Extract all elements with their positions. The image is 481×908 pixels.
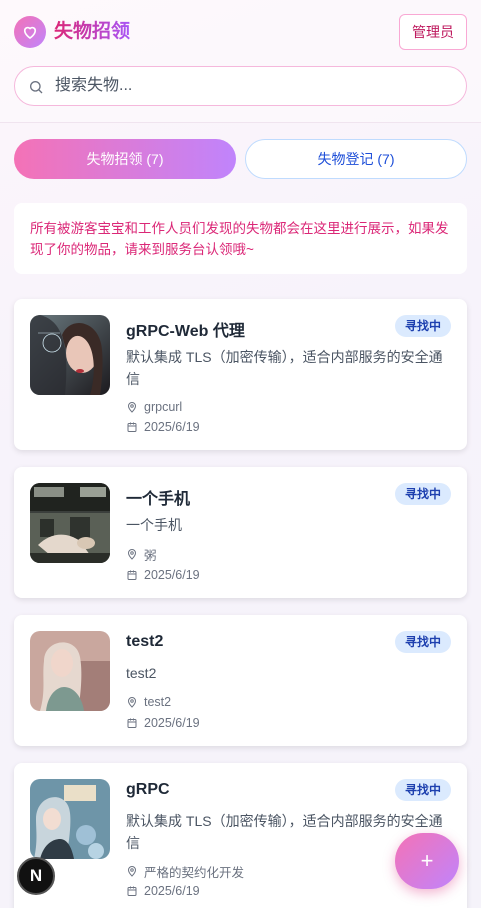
date-text: 2025/6/19 [144, 884, 200, 898]
lost-item-card[interactable]: gRPC-Web 代理 寻找中 默认集成 TLS（加密传输），适合内部服务的安全… [14, 299, 467, 450]
status-badge: 寻找中 [394, 779, 451, 801]
lost-item-card[interactable]: test2 寻找中 test2 test2 2025/6/19 [14, 615, 467, 746]
lost-item-card[interactable]: 一个手机 寻找中 一个手机 粥 2025/6/19 [14, 467, 467, 598]
item-location: 严格的契约化开发 [126, 863, 245, 880]
location-text: 粥 [144, 548, 157, 563]
map-pin-icon [127, 549, 137, 560]
date-text: 2025/6/19 [144, 420, 200, 434]
map-pin-icon [127, 866, 137, 877]
item-location: test2 [126, 694, 171, 710]
item-photo [30, 631, 110, 711]
status-badge: 寻找中 [394, 483, 451, 505]
calendar-icon [127, 886, 137, 896]
item-title: gRPC-Web 代理 [126, 323, 245, 340]
search-input[interactable] [55, 67, 455, 105]
calendar-icon [127, 422, 137, 432]
item-title: 一个手机 [126, 491, 191, 508]
search-bar[interactable] [14, 66, 467, 106]
date-text: 2025/6/19 [144, 716, 200, 730]
dev-indicator-button[interactable]: N [17, 857, 55, 895]
calendar-icon [127, 718, 137, 728]
map-pin-icon [127, 697, 137, 708]
item-date: 2025/6/19 [126, 419, 200, 435]
date-text: 2025/6/19 [144, 568, 200, 582]
item-photo [30, 315, 110, 395]
add-item-button[interactable]: + [395, 833, 459, 889]
notice-text: 所有被游客宝宝和工作人员们发现的失物都会在这里进行展示，如果发现了你的物品，请来… [14, 203, 467, 274]
item-description: test2 [126, 665, 157, 681]
app-title: 失物招领 [54, 19, 130, 45]
item-date: 2025/6/19 [126, 883, 200, 899]
app-header: 失物招领 管理员 [0, 0, 481, 123]
n-logo-icon: N [29, 866, 43, 885]
item-description: 一个手机 [126, 517, 182, 533]
search-icon [30, 81, 43, 94]
admin-button[interactable]: 管理员 [399, 14, 467, 50]
item-photo [30, 779, 110, 859]
item-description: 默认集成 TLS（加密传输），适合内部服务的安全通信 [126, 349, 443, 387]
status-badge: 寻找中 [394, 631, 451, 653]
calendar-icon [127, 570, 137, 580]
item-title: test2 [126, 633, 164, 650]
item-title: gRPC [126, 781, 170, 798]
item-date: 2025/6/19 [126, 567, 200, 583]
location-text: 严格的契约化开发 [144, 865, 245, 880]
plus-icon: + [420, 848, 434, 873]
tab-register-lost-item[interactable]: 失物登记 (7) [245, 139, 467, 179]
status-badge: 寻找中 [394, 315, 451, 337]
location-text: grpcurl [144, 400, 183, 414]
map-pin-icon [127, 402, 137, 413]
item-location: 粥 [126, 546, 157, 563]
item-date: 2025/6/19 [126, 715, 200, 731]
tab-lost-and-found[interactable]: 失物招领 (7) [14, 139, 236, 179]
item-location: grpcurl [126, 399, 182, 415]
lost-item-card[interactable]: gRPC 寻找中 默认集成 TLS（加密传输），适合内部服务的安全通信 严格的契… [14, 763, 467, 908]
item-photo [30, 483, 110, 563]
location-text: test2 [144, 695, 172, 709]
heart-logo-icon [14, 16, 46, 48]
